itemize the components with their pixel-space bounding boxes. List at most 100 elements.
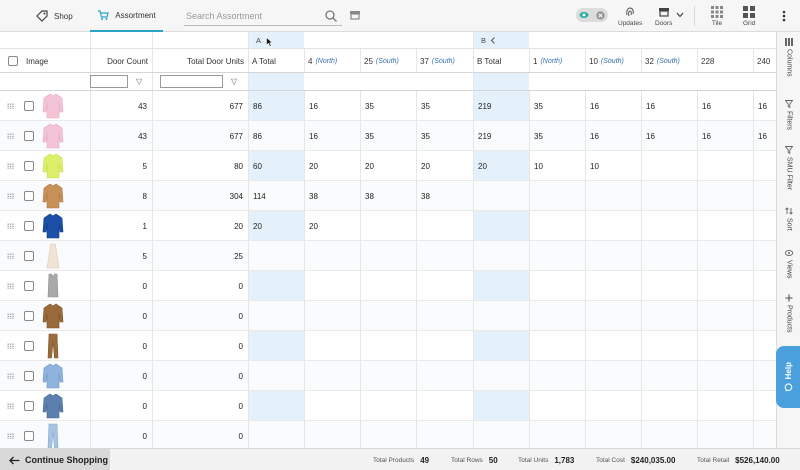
search-input[interactable] (184, 10, 320, 21)
table-cell (753, 391, 776, 421)
product-thumbnail[interactable] (42, 423, 64, 448)
drag-handle-icon[interactable] (7, 313, 14, 319)
product-thumbnail[interactable] (42, 213, 64, 239)
visibility-toggle[interactable] (576, 8, 608, 22)
door-count-filter-input[interactable] (90, 75, 128, 88)
table-row[interactable]: 00 (0, 361, 776, 391)
tile-label: Tile (711, 20, 723, 27)
column-header-a-total[interactable]: A Total (248, 49, 304, 73)
row-checkbox[interactable] (24, 281, 34, 291)
column-header-door-1[interactable]: 1 (North) (529, 49, 585, 73)
drag-handle-icon[interactable] (7, 373, 14, 379)
row-checkbox[interactable] (24, 191, 34, 201)
drag-handle-icon[interactable] (7, 223, 14, 229)
drag-handle-icon[interactable] (7, 283, 14, 289)
tab-assortment[interactable]: Assortment (90, 0, 163, 32)
column-header-door-4[interactable]: 4 (North) (304, 49, 360, 73)
grid-view-button[interactable]: Grid (743, 6, 755, 27)
product-thumbnail[interactable] (42, 123, 64, 149)
help-button[interactable]: Help (776, 346, 800, 408)
group-a-label[interactable]: A (256, 36, 261, 45)
product-thumbnail[interactable] (42, 363, 64, 389)
drag-handle-icon[interactable] (7, 253, 14, 259)
drag-handle-icon[interactable] (7, 103, 14, 109)
drag-handle-icon[interactable] (7, 193, 14, 199)
table-cell (585, 301, 641, 331)
row-checkbox[interactable] (24, 341, 34, 351)
drag-handle-icon[interactable] (7, 343, 14, 349)
product-thumbnail[interactable] (42, 333, 64, 359)
column-divider (304, 151, 305, 180)
store-icon (350, 11, 360, 20)
column-header-door-count[interactable]: Door Count (90, 49, 152, 73)
sidebar-item-sort[interactable]: Sort (777, 207, 800, 231)
more-vertical-icon[interactable] (782, 10, 786, 22)
continue-shopping-button[interactable]: Continue Shopping (0, 449, 110, 470)
product-thumbnail[interactable] (42, 393, 64, 419)
table-row[interactable]: 00 (0, 391, 776, 421)
product-thumbnail[interactable] (42, 303, 64, 329)
table-row[interactable]: 00 (0, 421, 776, 448)
drag-handle-icon[interactable] (7, 163, 14, 169)
product-thumbnail[interactable] (42, 153, 64, 179)
row-checkbox[interactable] (24, 401, 34, 411)
row-checkbox[interactable] (24, 431, 34, 441)
table-cell (416, 421, 473, 448)
column-divider (697, 361, 698, 390)
table-row[interactable]: 00 (0, 301, 776, 331)
table-row[interactable]: 00 (0, 271, 776, 301)
row-checkbox[interactable] (24, 161, 34, 171)
row-checkbox[interactable] (24, 131, 34, 141)
column-header-door-10[interactable]: 10 (South) (585, 49, 641, 73)
row-checkbox[interactable] (24, 251, 34, 261)
product-thumbnail[interactable] (42, 93, 64, 119)
sidebar-item-columns[interactable]: Columns (777, 38, 800, 77)
tile-view-button[interactable]: Tile (711, 6, 723, 27)
column-header-image[interactable]: Image (22, 49, 90, 73)
column-divider (529, 151, 530, 180)
chevron-left-icon[interactable] (490, 37, 496, 44)
drag-handle-icon[interactable] (7, 403, 14, 409)
product-thumbnail[interactable] (42, 183, 64, 209)
row-checkbox[interactable] (24, 101, 34, 111)
column-header-door-240[interactable]: 240 (753, 49, 776, 73)
column-divider (473, 421, 474, 448)
row-checkbox[interactable] (24, 371, 34, 381)
search-icon[interactable] (324, 9, 338, 23)
drag-handle-icon[interactable] (7, 433, 14, 439)
filter-icon[interactable]: ▽ (136, 77, 142, 86)
table-row[interactable]: 8 304 114 38 38 38 (0, 181, 776, 211)
row-checkbox[interactable] (24, 311, 34, 321)
product-thumbnail[interactable] (42, 243, 64, 269)
product-thumbnail[interactable] (42, 273, 64, 299)
table-cell (641, 331, 697, 361)
store-icon-button[interactable] (349, 9, 361, 23)
column-header-door-228[interactable]: 228 (697, 49, 753, 73)
filter-icon[interactable]: ▽ (231, 77, 237, 86)
sidebar-item-views[interactable]: Views (777, 249, 800, 279)
sidebar-item-products[interactable]: Products (777, 294, 800, 333)
chevron-down-icon[interactable] (676, 12, 684, 18)
sidebar-item-smu-filter[interactable]: SMU Filter (777, 146, 800, 190)
table-row[interactable]: 5 25 (0, 241, 776, 271)
column-header-b-total[interactable]: B Total (473, 49, 529, 73)
sidebar-item-filters[interactable]: Filters (777, 100, 800, 130)
row-checkbox[interactable] (24, 221, 34, 231)
drag-handle-icon[interactable] (7, 133, 14, 139)
doors-button[interactable]: Doors (655, 6, 672, 27)
column-header-door-37[interactable]: 37 (South) (416, 49, 473, 73)
table-row[interactable]: 43 677 86 16 35 35 219 35 16 16 16 16 (0, 121, 776, 151)
table-row[interactable]: 1 20 20 20 (0, 211, 776, 241)
group-b-label[interactable]: B (481, 36, 486, 45)
column-header-total-door-units[interactable]: Total Door Units (152, 49, 248, 73)
tab-shop[interactable]: Shop (36, 0, 92, 32)
table-row[interactable]: 43 677 86 16 35 35 219 35 16 16 16 16 (0, 91, 776, 121)
updates-button[interactable]: Updates (618, 6, 642, 27)
column-divider (152, 391, 153, 420)
select-all-checkbox[interactable] (8, 56, 18, 66)
total-door-units-filter-input[interactable] (160, 75, 223, 88)
column-header-door-32[interactable]: 32 (South) (641, 49, 697, 73)
table-row[interactable]: 00 (0, 331, 776, 361)
column-header-door-25[interactable]: 25 (South) (360, 49, 416, 73)
table-row[interactable]: 5 80 60 20 20 20 20 10 10 (0, 151, 776, 181)
